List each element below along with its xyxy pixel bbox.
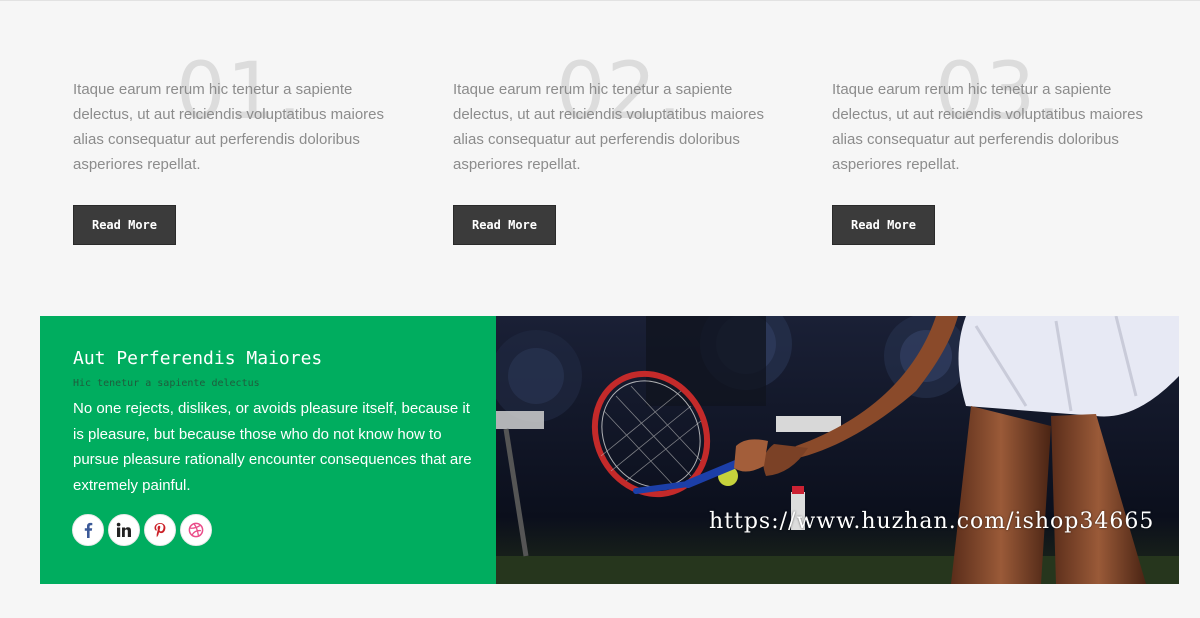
facebook-icon[interactable]: [72, 514, 104, 546]
feature-body: No one rejects, dislikes, or avoids plea…: [73, 400, 472, 494]
dribbble-icon[interactable]: [180, 514, 212, 546]
column-text: Itaque earum rerum hic tenetur a sapient…: [453, 81, 765, 173]
features-columns: 01. Itaque earum rerum hic tenetur a sap…: [0, 1, 1200, 301]
social-links: [72, 514, 212, 546]
tennis-player-photo: https://www.huzhan.com/ishop34665: [496, 316, 1179, 584]
watermark-text: https://www.huzhan.com/ishop34665: [709, 509, 1155, 534]
feature-subtitle: Hic tenetur a sapiente delectus: [73, 378, 260, 389]
feature-text-panel: Aut Perferendis Maiores Hic tenetur a sa…: [40, 316, 496, 584]
linkedin-icon[interactable]: [108, 514, 140, 546]
pinterest-icon[interactable]: [144, 514, 176, 546]
feature-banner: Aut Perferendis Maiores Hic tenetur a sa…: [40, 316, 1179, 584]
read-more-button[interactable]: Read More: [453, 205, 556, 245]
column-text: Itaque earum rerum hic tenetur a sapient…: [832, 81, 1144, 173]
tennis-scene-illustration: [496, 316, 1179, 584]
read-more-button[interactable]: Read More: [73, 205, 176, 245]
read-more-button[interactable]: Read More: [832, 205, 935, 245]
column-text: Itaque earum rerum hic tenetur a sapient…: [73, 81, 385, 173]
feature-title: Aut Perferendis Maiores: [73, 348, 323, 369]
